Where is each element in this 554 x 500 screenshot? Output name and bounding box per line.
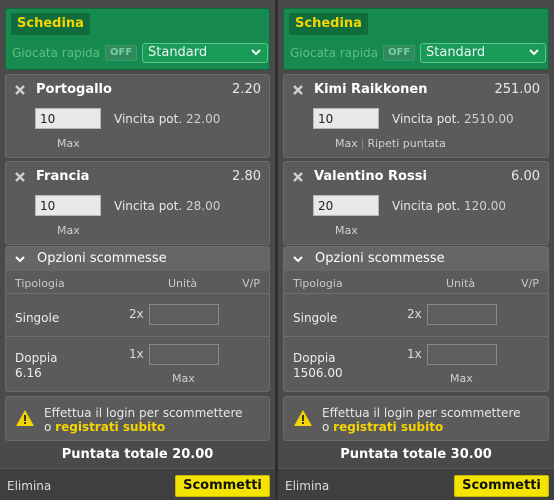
bet-options: Opzioni scommesse Tipologia Unità V/P Si…: [283, 246, 549, 392]
bet-type-value: Standard: [426, 45, 486, 60]
units-input-doppia[interactable]: [149, 344, 219, 365]
repeat-stake-link[interactable]: Ripeti puntata: [367, 137, 445, 150]
units-input-doppia[interactable]: [427, 344, 497, 365]
row-singole-label: Singole: [15, 311, 60, 325]
bet-options-title: Opzioni scommesse: [315, 251, 445, 266]
chevron-down-icon: [251, 49, 261, 56]
slip-header: Schedina Giocata rapida OFF Standard: [5, 8, 270, 70]
potential-win: Vincita pot. 120.00: [392, 199, 506, 213]
row-singole-label: Singole: [293, 311, 338, 325]
selection-odds: 6.00: [511, 169, 540, 184]
selection-odds: 2.80: [232, 169, 261, 184]
bet-slip-left: Schedina Giocata rapida OFF Standard Por…: [0, 0, 275, 500]
divider: [284, 293, 548, 294]
divider: [6, 336, 269, 337]
divider: [284, 336, 548, 337]
selection-portogallo: Portogallo 2.20 Vincita pot. 22.00 Max: [5, 74, 270, 158]
max-link[interactable]: Max: [172, 372, 195, 385]
row-doppia-mult: 1x: [129, 347, 144, 361]
login-message: Effettua il login per scommettere o regi…: [322, 406, 521, 434]
stake-links: Max: [335, 224, 358, 237]
selection-name: Valentino Rossi: [314, 169, 427, 184]
slip-header: Schedina Giocata rapida OFF Standard: [283, 8, 549, 70]
col-units: Unità: [446, 277, 476, 290]
bet-slip-right: Schedina Giocata rapida OFF Standard Kim…: [278, 0, 554, 500]
row-doppia-mult: 1x: [407, 347, 422, 361]
delete-button[interactable]: Elimina: [285, 479, 329, 493]
selection-kimi-raikkonen: Kimi Raikkonen 251.00 Vincita pot. 2510.…: [283, 74, 549, 158]
bet-options-header[interactable]: Opzioni scommesse: [284, 247, 548, 271]
row-doppia-sub: 1506.00: [293, 366, 343, 380]
bet-options-title: Opzioni scommesse: [37, 251, 167, 266]
quick-bet-label: Giocata rapida: [290, 46, 379, 60]
potential-win: Vincita pot. 28.00: [114, 199, 221, 213]
register-link[interactable]: registrati subito: [55, 420, 165, 434]
total-stake: Puntata totale 30.00: [340, 447, 492, 462]
selection-odds: 251.00: [494, 82, 541, 97]
chevron-down-icon: [15, 256, 25, 263]
col-vp: V/P: [242, 277, 260, 290]
row-doppia-sub: 6.16: [15, 366, 42, 380]
units-input-singole[interactable]: [427, 304, 497, 325]
bet-type-select[interactable]: Standard: [420, 43, 546, 63]
remove-icon[interactable]: [292, 84, 304, 96]
bet-type-value: Standard: [148, 45, 208, 60]
selection-name: Kimi Raikkonen: [314, 82, 428, 97]
login-notice: Effettua il login per scommettere o regi…: [5, 396, 270, 441]
row-singole-mult: 2x: [129, 307, 144, 321]
row-doppia-label: Doppia: [15, 351, 58, 365]
stake-links: Max: [57, 137, 80, 150]
place-bet-button[interactable]: Scommetti: [175, 475, 270, 497]
stake-input[interactable]: [313, 195, 379, 216]
row-doppia-label: Doppia: [293, 351, 336, 365]
quick-bet-label: Giocata rapida: [12, 46, 101, 60]
bet-options: Opzioni scommesse Tipologia Unità V/P Si…: [5, 246, 270, 392]
login-notice: Effettua il login per scommettere o regi…: [283, 396, 549, 441]
selection-valentino-rossi: Valentino Rossi 6.00 Vincita pot. 120.00…: [283, 161, 549, 245]
chevron-down-icon: [293, 256, 303, 263]
col-units: Unità: [168, 277, 198, 290]
slip-title: Schedina: [11, 13, 90, 35]
slip-footer: Elimina Scommetti: [0, 468, 275, 500]
place-bet-button[interactable]: Scommetti: [454, 475, 549, 497]
col-type: Tipologia: [293, 277, 343, 290]
stake-input[interactable]: [313, 108, 379, 129]
total-stake: Puntata totale 20.00: [61, 447, 214, 462]
max-link[interactable]: Max: [335, 224, 358, 237]
max-link[interactable]: Max: [57, 137, 80, 150]
stake-input[interactable]: [35, 195, 101, 216]
selection-name: Portogallo: [36, 82, 112, 97]
max-link[interactable]: Max: [335, 137, 358, 150]
remove-icon[interactable]: [14, 171, 26, 183]
row-singole-mult: 2x: [407, 307, 422, 321]
quick-bet-toggle[interactable]: OFF: [105, 45, 138, 61]
max-link[interactable]: Max: [57, 224, 80, 237]
slip-title: Schedina: [289, 13, 368, 35]
quick-bet-toggle[interactable]: OFF: [383, 45, 416, 61]
stake-links: Max | Ripeti puntata: [335, 137, 446, 150]
remove-icon[interactable]: [292, 171, 304, 183]
login-message: Effettua il login per scommettere o regi…: [44, 406, 243, 434]
bet-options-header[interactable]: Opzioni scommesse: [6, 247, 269, 271]
warning-icon: [16, 410, 34, 426]
units-input-singole[interactable]: [149, 304, 219, 325]
col-vp: V/P: [521, 277, 539, 290]
divider: [6, 293, 269, 294]
bet-type-select[interactable]: Standard: [142, 43, 268, 63]
max-link[interactable]: Max: [450, 372, 473, 385]
stake-input[interactable]: [35, 108, 101, 129]
stake-links: Max: [57, 224, 80, 237]
selection-francia: Francia 2.80 Vincita pot. 28.00 Max: [5, 161, 270, 245]
remove-icon[interactable]: [14, 84, 26, 96]
potential-win: Vincita pot. 22.00: [114, 112, 221, 126]
delete-button[interactable]: Elimina: [7, 479, 51, 493]
register-link[interactable]: registrati subito: [333, 420, 443, 434]
warning-icon: [294, 410, 312, 426]
selection-odds: 2.20: [232, 82, 261, 97]
selection-name: Francia: [36, 169, 90, 184]
slip-footer: Elimina Scommetti: [278, 468, 554, 500]
chevron-down-icon: [529, 49, 539, 56]
col-type: Tipologia: [15, 277, 65, 290]
potential-win: Vincita pot. 2510.00: [392, 112, 514, 126]
